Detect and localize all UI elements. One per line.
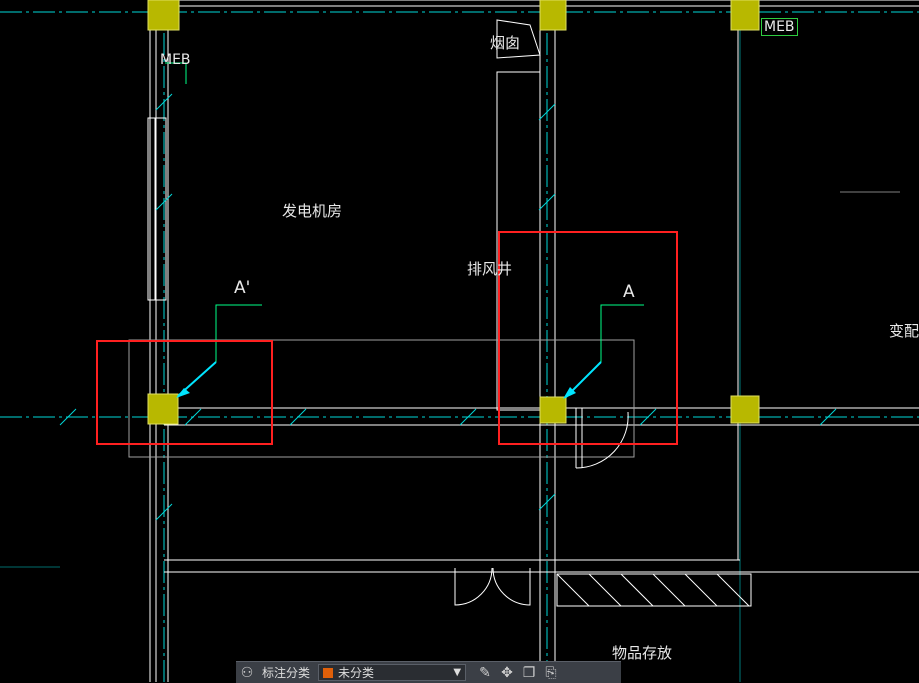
room-label-exhaust: 排风井 xyxy=(467,260,513,278)
category-color-swatch xyxy=(323,667,334,678)
room-label-generator: 发电机房 xyxy=(282,202,343,220)
category-dropdown[interactable]: 未分类 ▼ xyxy=(318,664,467,681)
room-label-chimney: 烟囱 xyxy=(490,34,521,52)
section-leaders xyxy=(165,62,644,362)
category-dropdown-value: 未分类 xyxy=(338,666,375,680)
meb-tag-left: MEB xyxy=(160,52,191,68)
arrowhead-left xyxy=(176,388,190,398)
edit-icon[interactable]: ✎ xyxy=(474,662,496,683)
room-label-substation: 变配 xyxy=(889,322,919,340)
toolbar-label: 标注分类 xyxy=(262,666,311,680)
section-arrows xyxy=(177,361,602,398)
double-door xyxy=(454,567,531,606)
section-mark-left: A' xyxy=(234,278,251,298)
hatch-wall xyxy=(556,573,752,607)
axis-ticks xyxy=(59,93,837,521)
copy-icon[interactable]: ❐ xyxy=(518,662,540,683)
move-icon[interactable]: ✥ xyxy=(496,662,518,683)
chevron-down-icon: ▼ xyxy=(453,667,462,678)
columns xyxy=(147,0,760,425)
annotation-icon[interactable]: ⚇ xyxy=(236,662,258,683)
annotation-toolbar: ⚇ 标注分类 未分类 ▼ ✎ ✥ ❐ ⎘ xyxy=(236,661,621,683)
highlight-box-right xyxy=(498,231,678,445)
cad-drawing-canvas[interactable] xyxy=(0,0,919,682)
section-mark-right: A xyxy=(623,282,635,302)
meb-tag-right: MEB xyxy=(761,18,798,36)
room-label-storage: 物品存放 xyxy=(612,644,673,662)
paste-icon[interactable]: ⎘ xyxy=(540,662,562,683)
